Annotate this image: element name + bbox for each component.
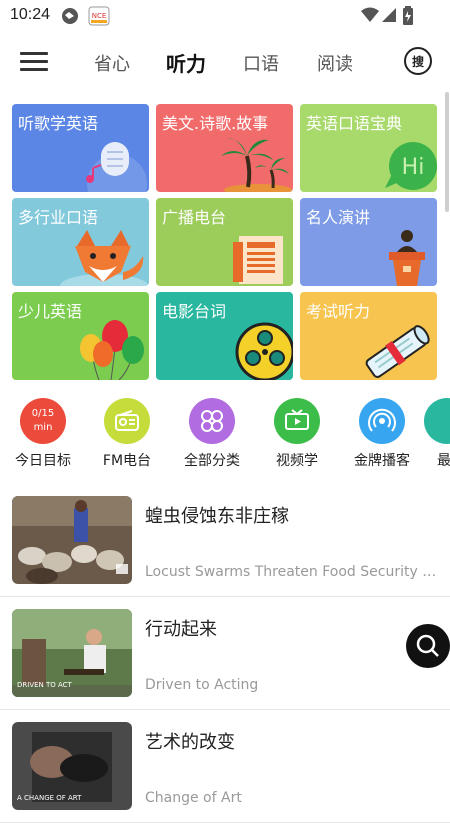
article-thumbnail xyxy=(12,496,132,584)
tab-speaking[interactable]: 口语 xyxy=(243,50,279,76)
clover-icon xyxy=(189,398,235,444)
list-item[interactable]: A CHANGE OF ART 艺术的改变 Change of Art xyxy=(0,710,450,823)
diploma-icon xyxy=(365,325,430,378)
daily-goal-progress: 0/15 min xyxy=(31,408,55,433)
scrollbar[interactable] xyxy=(445,92,449,212)
list-item[interactable]: 蝗虫侵蚀东非庄稼 Locust Swarms Threaten Food Sec… xyxy=(0,484,450,597)
signal-icon xyxy=(380,6,398,28)
article-thumbnail: DRIVEN TO ACT xyxy=(12,609,132,697)
category-label: 电影台词 xyxy=(162,302,227,321)
search-button[interactable]: 搜 xyxy=(404,47,432,75)
nce-app-icon: NCE xyxy=(88,6,110,30)
category-label: 多行业口语 xyxy=(18,208,99,227)
article-title: 行动起来 xyxy=(145,619,217,640)
thumbnail-caption: A CHANGE OF ART xyxy=(17,794,82,802)
microphone-music-icon xyxy=(86,142,147,192)
quick-all-categories[interactable]: 全部分类 xyxy=(172,398,252,470)
radio-icon xyxy=(104,398,150,444)
article-subtitle: Change of Art xyxy=(145,790,242,806)
category-card-speech[interactable]: 名人演讲 xyxy=(300,198,437,286)
target-progress-icon: 0/15 min xyxy=(20,398,66,444)
category-card-industry[interactable]: 多行业口语 xyxy=(12,198,149,286)
quick-actions: 0/15 min 今日目标 FM电台 全部分类 视频学 金牌播客 最 xyxy=(0,398,450,478)
article-title: 艺术的改变 xyxy=(145,732,235,753)
quick-label: FM电台 xyxy=(102,453,152,469)
quick-video-learning[interactable]: 视频学 xyxy=(257,398,337,470)
podium-icon xyxy=(389,230,425,286)
podcast-icon xyxy=(359,398,405,444)
svg-text:NCE: NCE xyxy=(92,12,107,20)
hi-chat-bubble-icon: Hi xyxy=(385,142,437,190)
quick-label: 今日目标 xyxy=(15,453,71,469)
article-title: 蝗虫侵蚀东非庄稼 xyxy=(145,506,289,527)
more-icon xyxy=(424,398,450,444)
category-card-radio[interactable]: 广播电台 xyxy=(156,198,293,286)
film-reel-icon xyxy=(235,322,293,380)
svg-text:Hi: Hi xyxy=(402,155,425,180)
tv-icon xyxy=(274,398,320,444)
category-card-oral[interactable]: 英语口语宝典 Hi xyxy=(300,104,437,192)
wifi-icon xyxy=(360,6,380,28)
status-bar: 10:24 NCE xyxy=(0,0,450,32)
category-card-poetry[interactable]: 美文.诗歌.故事 xyxy=(156,104,293,192)
category-card-movie[interactable]: 电影台词 xyxy=(156,292,293,380)
quick-fm-radio[interactable]: FM电台 xyxy=(87,398,167,470)
app-notification-icon xyxy=(60,6,82,30)
category-card-kids[interactable]: 少儿英语 xyxy=(12,292,149,380)
menu-icon[interactable] xyxy=(20,50,50,74)
category-label: 英语口语宝典 xyxy=(306,114,403,133)
category-label: 听歌学英语 xyxy=(18,114,99,133)
category-card-exam[interactable]: 考试听力 xyxy=(300,292,437,380)
floating-search-button[interactable] xyxy=(406,624,450,668)
article-subtitle: Locust Swarms Threaten Food Security in … xyxy=(145,564,440,580)
tab-reading[interactable]: 阅读 xyxy=(317,50,353,76)
tab-shengxin[interactable]: 省心 xyxy=(94,50,130,76)
thumbnail-caption: DRIVEN TO ACT xyxy=(17,681,72,689)
quick-label: 视频学 xyxy=(276,453,318,469)
newspaper-icon xyxy=(233,236,283,284)
palm-tree-icon xyxy=(221,138,292,192)
article-thumbnail: A CHANGE OF ART xyxy=(12,722,132,810)
category-label: 美文.诗歌.故事 xyxy=(162,114,269,133)
balloons-icon xyxy=(80,320,144,380)
article-subtitle: Driven to Acting xyxy=(145,677,259,693)
tab-listening[interactable]: 听力 xyxy=(166,48,206,77)
quick-more[interactable]: 最 xyxy=(407,398,450,470)
fox-icon xyxy=(60,230,148,286)
category-label: 广播电台 xyxy=(162,208,227,227)
category-card-songs[interactable]: 听歌学英语 xyxy=(12,104,149,192)
category-label: 名人演讲 xyxy=(306,208,371,227)
battery-icon xyxy=(402,6,414,30)
list-item[interactable]: DRIVEN TO ACT 行动起来 Driven to Acting xyxy=(0,597,450,710)
status-time: 10:24 xyxy=(10,6,51,23)
quick-label: 全部分类 xyxy=(184,453,240,469)
quick-label: 最 xyxy=(437,453,450,469)
top-nav: 省心 听力 口语 阅读 搜 xyxy=(0,38,450,86)
search-label: 搜 xyxy=(411,54,424,69)
search-icon xyxy=(416,634,439,657)
quick-daily-goal[interactable]: 0/15 min 今日目标 xyxy=(3,398,83,470)
